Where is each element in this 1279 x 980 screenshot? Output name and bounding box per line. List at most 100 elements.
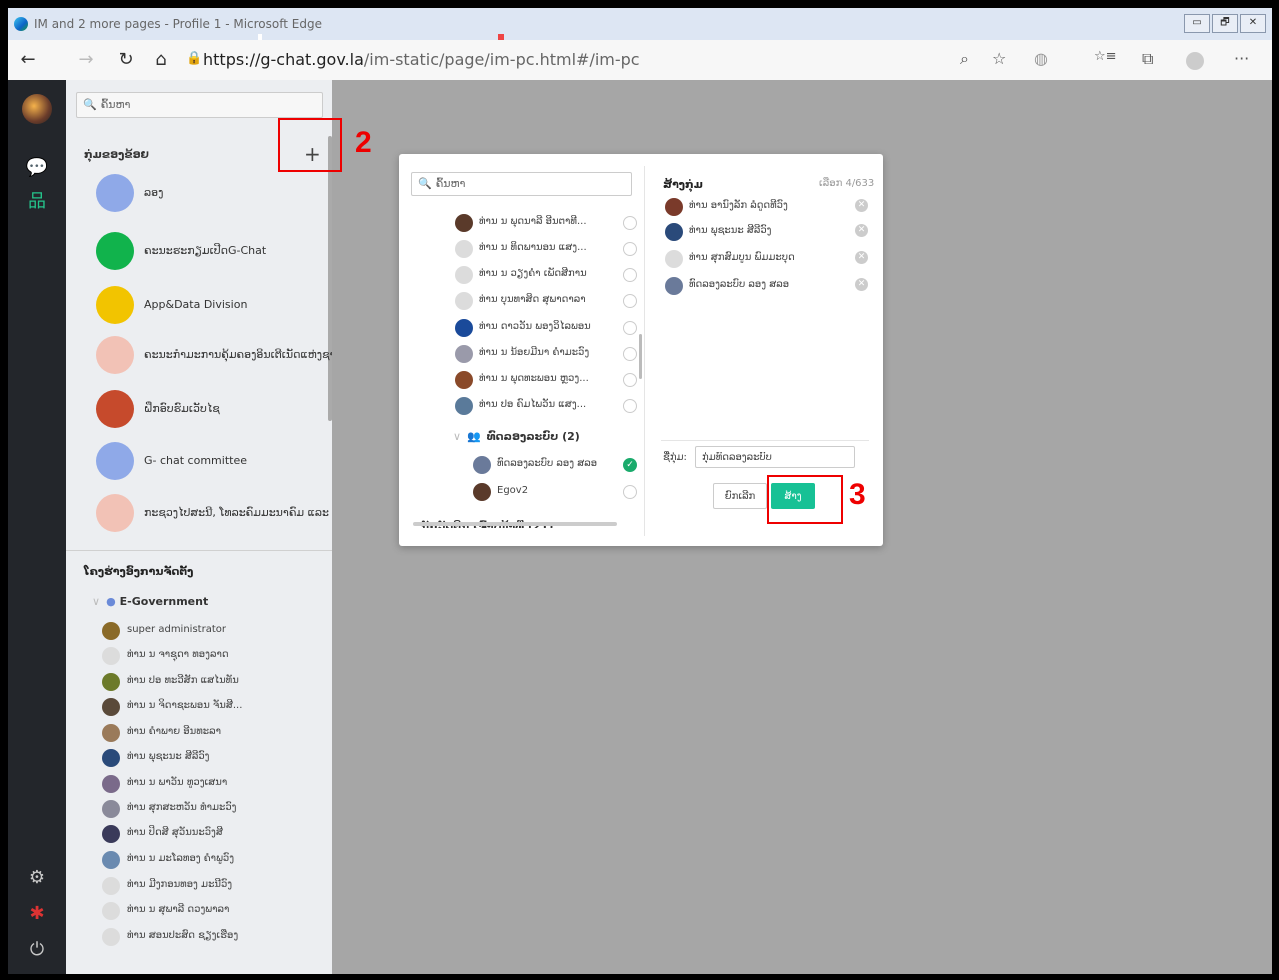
- member-item[interactable]: ທ່ານ ມີງກອນທອງ ມະນີວົງ: [102, 875, 322, 897]
- zoom-icon[interactable]: ⌕: [960, 49, 969, 69]
- group-item[interactable]: ຄະນະຮະກຽມເປີດG-Chat: [66, 226, 332, 276]
- cancel-button[interactable]: ຍົກເລີກ: [713, 483, 767, 509]
- contact-row[interactable]: ທ່ານ ນ ວຽງຄຳ ເພັດສີການ: [455, 262, 637, 288]
- refresh-icon[interactable]: ↻: [114, 48, 138, 72]
- select-checkbox[interactable]: [623, 294, 637, 308]
- more-icon[interactable]: ···: [1234, 49, 1249, 68]
- group-name-input[interactable]: [695, 446, 855, 468]
- selected-name: ທົດລອງລະບົບ ລອງ ສລອ: [689, 279, 790, 290]
- group-avatar: [96, 442, 134, 480]
- member-item[interactable]: ທ່ານ ຄຳພາຍ ອີນທະລາ: [102, 722, 322, 744]
- minimize-button[interactable]: ▭: [1184, 14, 1210, 33]
- contact-name: ທ່ານ ນ ວຽງຄຳ ເພັດສີການ: [479, 268, 587, 279]
- restore-button[interactable]: 🗗: [1212, 14, 1238, 33]
- select-checkbox[interactable]: [623, 216, 637, 230]
- member-item[interactable]: ທ່ານ ນ ຈາຊຸດາ ທອງລາດ: [102, 645, 322, 667]
- member-avatar: [102, 825, 120, 843]
- group-item[interactable]: ລອງ: [66, 168, 332, 218]
- member-item[interactable]: ທ່ານ ປອ ທະວີສັກ ແສໄນທັນ: [102, 671, 322, 693]
- selected-name: ທ່ານ ອານົງລັກ ລໍດູດທີວົງ: [689, 200, 788, 211]
- forward-icon[interactable]: →: [74, 48, 98, 72]
- language-flag-icon[interactable]: ✱: [25, 902, 49, 926]
- select-checkbox[interactable]: [623, 373, 637, 387]
- select-checkbox-checked[interactable]: ✓: [623, 458, 637, 472]
- member-item[interactable]: ທ່ານ ນ ພາວັນ ທູວງເສນາ: [102, 773, 322, 795]
- collections-icon[interactable]: ⧉: [1142, 49, 1153, 69]
- contact-name: ທ່ານ ບຸນທາສິດ ສຸພາດາລາ: [479, 294, 586, 305]
- dialog-scrollbar[interactable]: [639, 334, 642, 379]
- group-avatar: [96, 174, 134, 212]
- remove-icon[interactable]: ✕: [855, 251, 868, 264]
- group-item[interactable]: App&Data Division: [66, 280, 332, 330]
- favorite-icon[interactable]: ☆: [992, 49, 1006, 68]
- dialog-horizontal-scrollbar[interactable]: [413, 522, 617, 526]
- group-avatar: [96, 232, 134, 270]
- contact-name: ທ່ານ ປອ ຄົມໄພວັນ ແສງ...: [479, 399, 587, 410]
- contact-row[interactable]: ທ່ານ ນ ພຸດນາລີ ອີນຕາທີ...: [455, 210, 637, 236]
- translate-icon[interactable]: ◍: [1034, 49, 1048, 68]
- contact-row[interactable]: ທ່ານ ບຸນທາສິດ ສຸພາດາລາ: [455, 288, 637, 314]
- back-icon[interactable]: ←: [16, 48, 40, 72]
- member-item[interactable]: ທ່ານ ປິດສີ ສຸວັນນະວົງສີ: [102, 823, 322, 845]
- member-item[interactable]: ທ່ານ ສອນປະສົດ ຊຽງເຮືອງ: [102, 926, 322, 948]
- close-window-button[interactable]: ✕: [1240, 14, 1266, 33]
- member-item[interactable]: ທ່ານ ພຸຊະນະ ສີລີວົງ: [102, 747, 322, 769]
- contact-row[interactable]: ທ່ານ ດາວວັນ ພອງວິໄລພອນ: [455, 315, 637, 341]
- select-checkbox[interactable]: [623, 268, 637, 282]
- annotation-box-step-2: [278, 118, 342, 172]
- lock-icon[interactable]: 🔒: [186, 51, 202, 66]
- right-divider: [661, 440, 869, 441]
- sidebar-search-input[interactable]: 🔍 ຄົ້ນຫາ: [76, 92, 323, 118]
- contact-row[interactable]: ທ່ານ ນ ນ້ອຍມີນາ ຄຳມະວົງ: [455, 341, 637, 367]
- org-chart-icon[interactable]: 品: [25, 190, 49, 214]
- select-checkbox[interactable]: [623, 347, 637, 361]
- dialog-search-input[interactable]: 🔍 ຄົ້ນຫາ: [411, 172, 632, 196]
- contact-row[interactable]: Egov2: [473, 479, 637, 505]
- home-icon[interactable]: ⌂: [149, 48, 173, 72]
- contact-row[interactable]: ທົດລອງລະບົບ ລອງ ສລອ ✓: [473, 452, 637, 478]
- member-item[interactable]: super administrator: [102, 620, 322, 642]
- group-name-label: ຊື່ກຸ່ມ:: [663, 452, 687, 463]
- contact-row[interactable]: ທ່ານ ນ ທິດພານອນ ແສງ...: [455, 236, 637, 262]
- favorites-icon[interactable]: ☆≡: [1094, 49, 1117, 64]
- remove-icon[interactable]: ✕: [855, 224, 868, 237]
- url-field[interactable]: https://g-chat.gov.la/im-static/page/im-…: [203, 50, 640, 69]
- contact-avatar: [455, 240, 473, 258]
- group-item[interactable]: ຄະນະກຳມະການຄຸ້ມຄອງອິນເຕີເນັດແຫ່ງຊາ...: [66, 330, 346, 380]
- chat-icon[interactable]: 💬: [25, 156, 49, 180]
- department-icon: ●: [106, 595, 116, 608]
- contact-row[interactable]: ທ່ານ ນ ພຸດທະພອນ ຫຼວງ...: [455, 367, 637, 393]
- window-title: IM and 2 more pages - Profile 1 - Micros…: [34, 17, 322, 31]
- org-root-node[interactable]: ∨ ● E-Government: [92, 595, 208, 608]
- settings-icon[interactable]: ⚙: [25, 866, 49, 890]
- contact-name: ທ່ານ ນ ນ້ອຍມີນາ ຄຳມະວົງ: [479, 347, 590, 358]
- power-icon[interactable]: ⏻: [25, 938, 49, 962]
- my-avatar[interactable]: [22, 94, 52, 124]
- chevron-down-icon: ∨: [453, 430, 462, 443]
- url-path: /im-static/page/im-pc.html#/im-pc: [363, 50, 640, 69]
- select-checkbox[interactable]: [623, 399, 637, 413]
- member-name: super administrator: [127, 624, 226, 635]
- select-checkbox[interactable]: [623, 242, 637, 256]
- member-item[interactable]: ທ່ານ ນ ມະໂລທອງ ຄຳພູວົງ: [102, 849, 322, 871]
- annotation-box-step-3: [767, 475, 843, 524]
- member-item[interactable]: ທ່ານ ນ ຈິດາຊະພອນ ຈັນສີ...: [102, 696, 322, 718]
- remove-icon[interactable]: ✕: [855, 278, 868, 291]
- select-checkbox[interactable]: [623, 485, 637, 499]
- remove-icon[interactable]: ✕: [855, 199, 868, 212]
- group-item[interactable]: ຝຶກອົບຮົມເວັບໄຊ: [66, 384, 332, 434]
- window-controls: ▭ 🗗 ✕: [1184, 14, 1266, 33]
- subgroup-header[interactable]: ∨ 👥 ທົດລອງລະບົບ (2): [453, 430, 580, 443]
- member-item[interactable]: ທ່ານ ນ ສຸພາລີ ດວງພາລາ: [102, 900, 322, 922]
- group-item[interactable]: G- chat committee: [66, 436, 332, 486]
- sidebar: 🔍 ຄົ້ນຫາ ກຸ່ມຂອງຂ້ອຍ + ລອງ ຄະນະຮະກຽມເປີດG…: [66, 80, 346, 974]
- member-avatar: [102, 622, 120, 640]
- select-checkbox[interactable]: [623, 321, 637, 335]
- group-item[interactable]: ກະຊວງໄປສະນີ, ໂທລະຄົມມະນາຄົມ ແລະ ...: [66, 488, 343, 538]
- contact-name: ທ່ານ ນ ທິດພານອນ ແສງ...: [479, 242, 587, 253]
- selected-name: ທ່ານ ພຸຊະນະ ສີລີວົງ: [689, 225, 772, 236]
- contact-row[interactable]: ທ່ານ ປອ ຄົມໄພວັນ ແສງ...: [455, 393, 637, 419]
- profile-icon[interactable]: [1186, 52, 1204, 70]
- member-item[interactable]: ທ່ານ ສຸກສະຫວັນ ທຳມະວົງ: [102, 798, 322, 820]
- member-name: ທ່ານ ປິດສີ ສຸວັນນະວົງສີ: [127, 827, 223, 838]
